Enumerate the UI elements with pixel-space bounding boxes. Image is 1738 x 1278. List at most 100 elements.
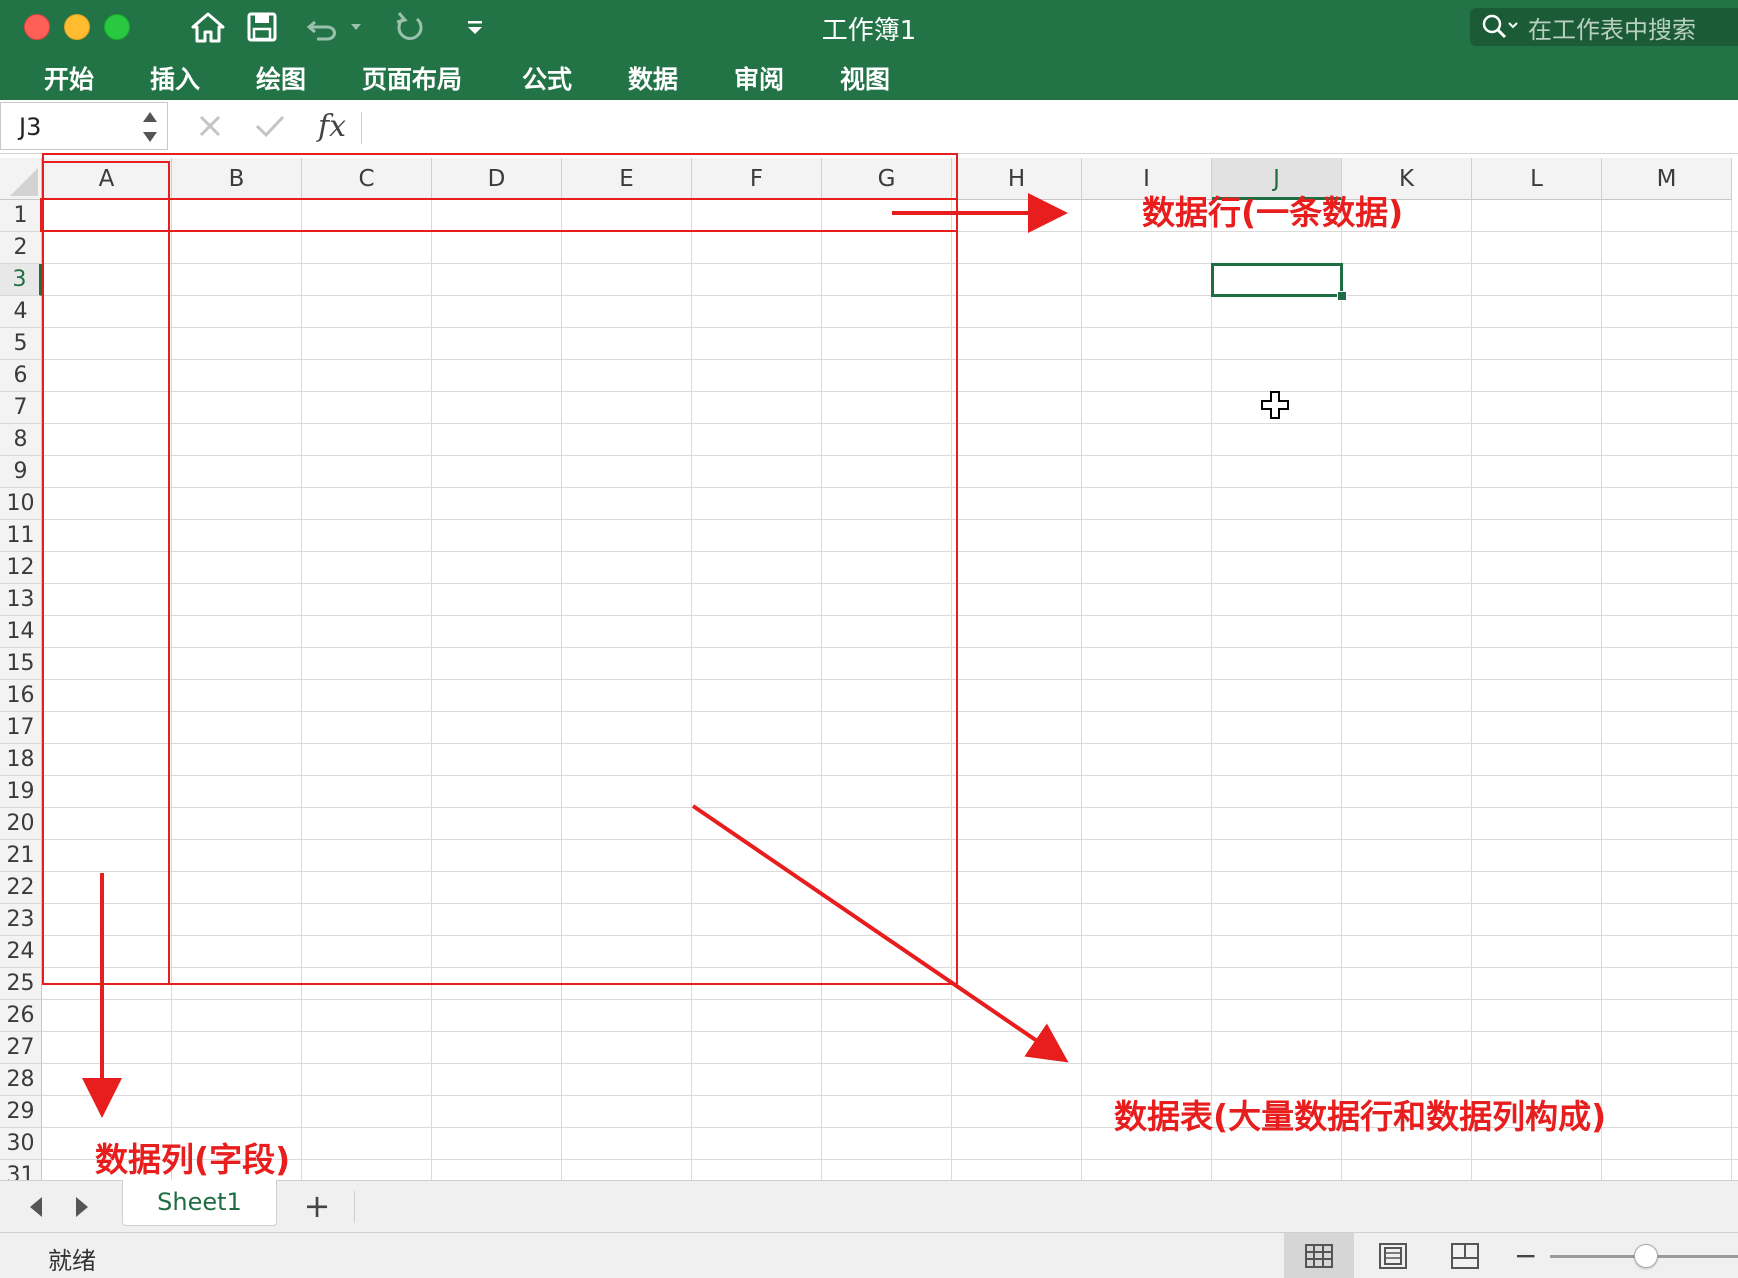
row-header-9[interactable]: 9 — [0, 456, 42, 488]
cell-cursor-icon — [1261, 391, 1289, 419]
grid-row-line — [42, 1159, 1738, 1160]
grid-row-line — [42, 647, 1738, 648]
grid-column-line — [561, 200, 562, 1180]
tab-formulas[interactable]: 公式 — [522, 60, 572, 96]
row-header-19[interactable]: 19 — [0, 776, 42, 808]
row-header-13[interactable]: 13 — [0, 584, 42, 616]
row-header-27[interactable]: 27 — [0, 1032, 42, 1064]
row-header-18[interactable]: 18 — [0, 744, 42, 776]
row-header-29[interactable]: 29 — [0, 1096, 42, 1128]
redo-icon[interactable] — [390, 8, 430, 46]
worksheet-grid[interactable]: A B C D E F G H I J K L M 1 2 3 4 5 6 7 8 9 10 11 12 13 14 15 16 17 18… — [0, 158, 1738, 1180]
column-header-a[interactable]: A — [42, 158, 172, 200]
tab-review[interactable]: 审阅 — [734, 60, 784, 96]
minimize-window-button[interactable] — [64, 14, 90, 40]
column-header-b[interactable]: B — [172, 158, 302, 200]
zoom-slider-thumb[interactable] — [1634, 1244, 1658, 1268]
tab-draw[interactable]: 绘图 — [256, 60, 306, 96]
page-layout-view-button[interactable] — [1358, 1233, 1428, 1278]
sheet-tab-sheet1[interactable]: Sheet1 — [122, 1180, 277, 1226]
sheet-search-box[interactable]: 在工作表中搜索 — [1470, 8, 1738, 46]
row-header-28[interactable]: 28 — [0, 1064, 42, 1096]
grid-column-line — [951, 200, 952, 1180]
normal-view-button[interactable] — [1284, 1233, 1354, 1278]
row-header-24[interactable]: 24 — [0, 936, 42, 968]
grid-row-line — [42, 711, 1738, 712]
row-header-7[interactable]: 7 — [0, 392, 42, 424]
grid-column-line — [1471, 200, 1472, 1180]
tab-home[interactable]: 开始 — [44, 60, 94, 96]
zoom-out-button[interactable]: − — [1514, 1239, 1537, 1272]
row-header-23[interactable]: 23 — [0, 904, 42, 936]
active-cell[interactable] — [1211, 263, 1343, 297]
row-header-8[interactable]: 8 — [0, 424, 42, 456]
fill-handle[interactable] — [1337, 291, 1347, 301]
row-header-11[interactable]: 11 — [0, 520, 42, 552]
row-header-1[interactable]: 1 — [0, 200, 42, 232]
grid-row-line — [42, 231, 1738, 232]
grid-column-line — [821, 200, 822, 1180]
home-icon[interactable] — [186, 8, 230, 46]
row-header-15[interactable]: 15 — [0, 648, 42, 680]
maximize-window-button[interactable] — [104, 14, 130, 40]
undo-icon[interactable] — [306, 8, 366, 46]
save-icon[interactable] — [240, 8, 284, 46]
grid-row-line — [42, 295, 1738, 296]
column-header-d[interactable]: D — [432, 158, 562, 200]
row-header-31[interactable]: 31 — [0, 1160, 42, 1180]
row-header-20[interactable]: 20 — [0, 808, 42, 840]
column-header-l[interactable]: L — [1472, 158, 1602, 200]
search-icon — [1482, 14, 1518, 39]
cancel-edit-icon[interactable] — [192, 104, 228, 148]
row-header-3[interactable]: 3 — [0, 264, 42, 296]
status-bar: 就绪 − — [0, 1232, 1738, 1278]
row-header-4[interactable]: 4 — [0, 296, 42, 328]
row-header-5[interactable]: 5 — [0, 328, 42, 360]
column-header-m[interactable]: M — [1602, 158, 1732, 200]
row-header-21[interactable]: 21 — [0, 840, 42, 872]
name-box[interactable]: J3 — [0, 102, 168, 150]
row-header-25[interactable]: 25 — [0, 968, 42, 1000]
tab-data[interactable]: 数据 — [628, 60, 678, 96]
column-header-c[interactable]: C — [302, 158, 432, 200]
add-sheet-button[interactable]: + — [300, 1187, 334, 1227]
grid-column-line — [691, 200, 692, 1180]
column-header-f[interactable]: F — [692, 158, 822, 200]
grid-row-line — [42, 615, 1738, 616]
row-header-6[interactable]: 6 — [0, 360, 42, 392]
select-all-corner[interactable] — [0, 158, 42, 200]
grid-row-line — [42, 775, 1738, 776]
tab-view[interactable]: 视图 — [840, 60, 890, 96]
page-break-view-button[interactable] — [1430, 1233, 1500, 1278]
customize-toolbar-icon[interactable] — [460, 8, 490, 46]
column-header-h[interactable]: H — [952, 158, 1082, 200]
grid-row-line — [42, 263, 1738, 264]
normal-view-icon — [1305, 1244, 1333, 1268]
previous-sheet-icon[interactable] — [24, 1193, 48, 1221]
row-header-30[interactable]: 30 — [0, 1128, 42, 1160]
column-header-e[interactable]: E — [562, 158, 692, 200]
row-header-16[interactable]: 16 — [0, 680, 42, 712]
row-header-12[interactable]: 12 — [0, 552, 42, 584]
sheet-tab-bar: Sheet1 + — [0, 1180, 1738, 1232]
name-box-stepper-icon[interactable] — [141, 107, 159, 147]
insert-function-icon[interactable]: fx — [312, 104, 352, 148]
column-header-g[interactable]: G — [822, 158, 952, 200]
tab-insert[interactable]: 插入 — [150, 60, 200, 96]
row-header-10[interactable]: 10 — [0, 488, 42, 520]
confirm-edit-icon[interactable] — [250, 104, 290, 148]
grid-row-line — [42, 455, 1738, 456]
row-header-26[interactable]: 26 — [0, 1000, 42, 1032]
row-header-14[interactable]: 14 — [0, 616, 42, 648]
grid-column-line — [301, 200, 302, 1180]
grid-column-line — [1081, 200, 1082, 1180]
row-header-17[interactable]: 17 — [0, 712, 42, 744]
row-header-2[interactable]: 2 — [0, 232, 42, 264]
row-header-22[interactable]: 22 — [0, 872, 42, 904]
next-sheet-icon[interactable] — [70, 1193, 94, 1221]
tab-page-layout[interactable]: 页面布局 — [362, 60, 462, 96]
grid-row-line — [42, 519, 1738, 520]
close-window-button[interactable] — [24, 14, 50, 40]
formula-input[interactable] — [372, 110, 1722, 146]
grid-row-line — [42, 583, 1738, 584]
